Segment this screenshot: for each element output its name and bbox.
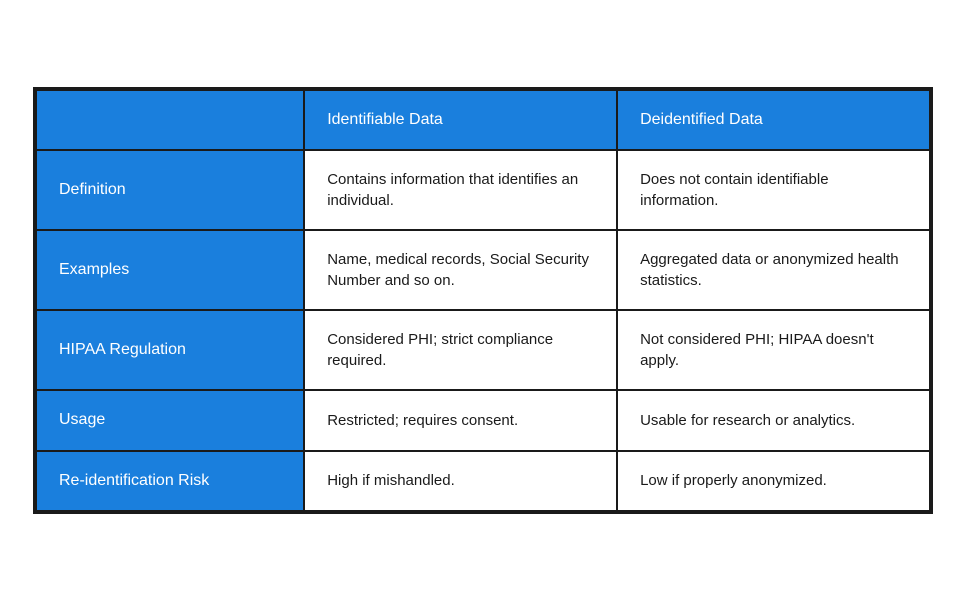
header-deidentified: Deidentified Data [617,90,930,150]
comparison-table: Identifiable Data Deidentified Data Defi… [33,87,933,514]
table-header-row: Identifiable Data Deidentified Data [36,90,930,150]
table-row: HIPAA RegulationConsidered PHI; strict c… [36,310,930,390]
row-deidentified-data: Low if properly anonymized. [617,451,930,511]
row-identifiable-data: Restricted; requires consent. [304,390,617,450]
table-row: ExamplesName, medical records, Social Se… [36,230,930,310]
row-identifiable-data: Name, medical records, Social Security N… [304,230,617,310]
table-row: Re-identification RiskHigh if mishandled… [36,451,930,511]
row-deidentified-data: Not considered PHI; HIPAA doesn't apply. [617,310,930,390]
table-row: UsageRestricted; requires consent.Usable… [36,390,930,450]
row-label: Examples [36,230,304,310]
row-identifiable-data: Considered PHI; strict compliance requir… [304,310,617,390]
row-identifiable-data: High if mishandled. [304,451,617,511]
row-deidentified-data: Aggregated data or anonymized health sta… [617,230,930,310]
row-label: Usage [36,390,304,450]
row-deidentified-data: Does not contain identifiable informatio… [617,150,930,230]
row-label: Re-identification Risk [36,451,304,511]
header-empty-cell [36,90,304,150]
table-row: DefinitionContains information that iden… [36,150,930,230]
row-label: Definition [36,150,304,230]
header-identifiable: Identifiable Data [304,90,617,150]
row-deidentified-data: Usable for research or analytics. [617,390,930,450]
row-identifiable-data: Contains information that identifies an … [304,150,617,230]
row-label: HIPAA Regulation [36,310,304,390]
